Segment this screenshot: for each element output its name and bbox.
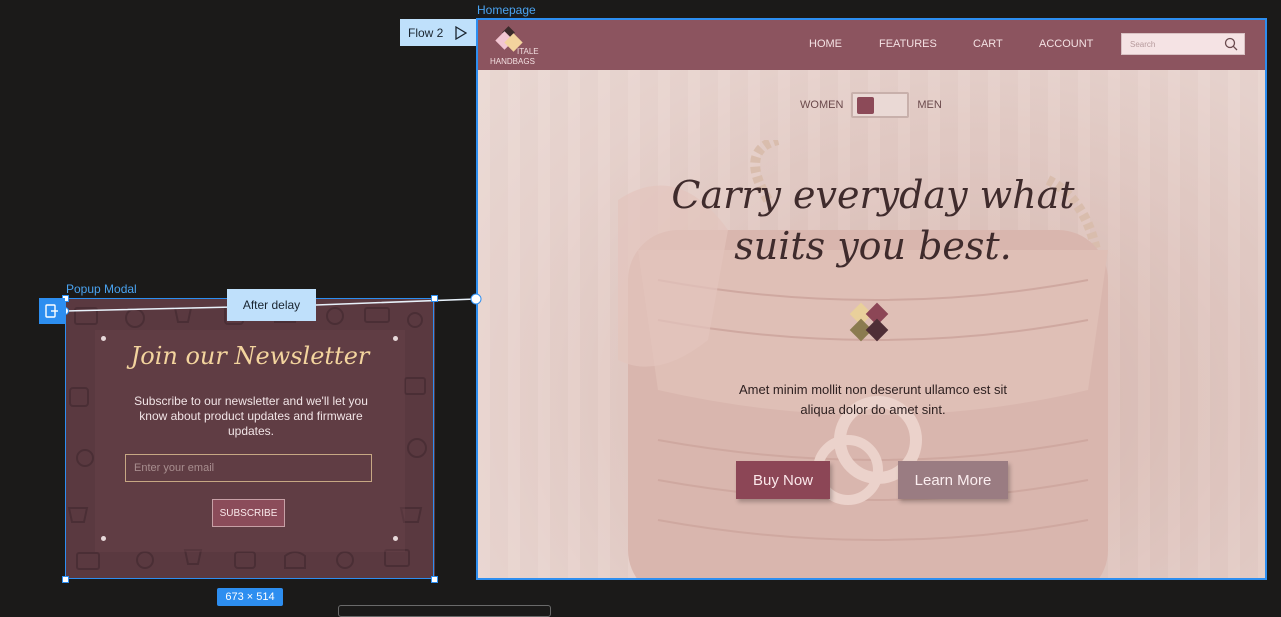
trigger-icon [45, 304, 58, 318]
selection-outline [65, 298, 434, 579]
size-badge: 673 × 514 [217, 588, 283, 606]
resize-handle-bl[interactable] [62, 576, 69, 583]
resize-handle-br[interactable] [431, 576, 438, 583]
interaction-trigger-tab[interactable] [39, 298, 65, 324]
bottom-toolbar-edge [338, 605, 551, 617]
after-delay-label[interactable]: After delay [227, 289, 316, 321]
resize-handle-tr[interactable] [431, 295, 438, 302]
